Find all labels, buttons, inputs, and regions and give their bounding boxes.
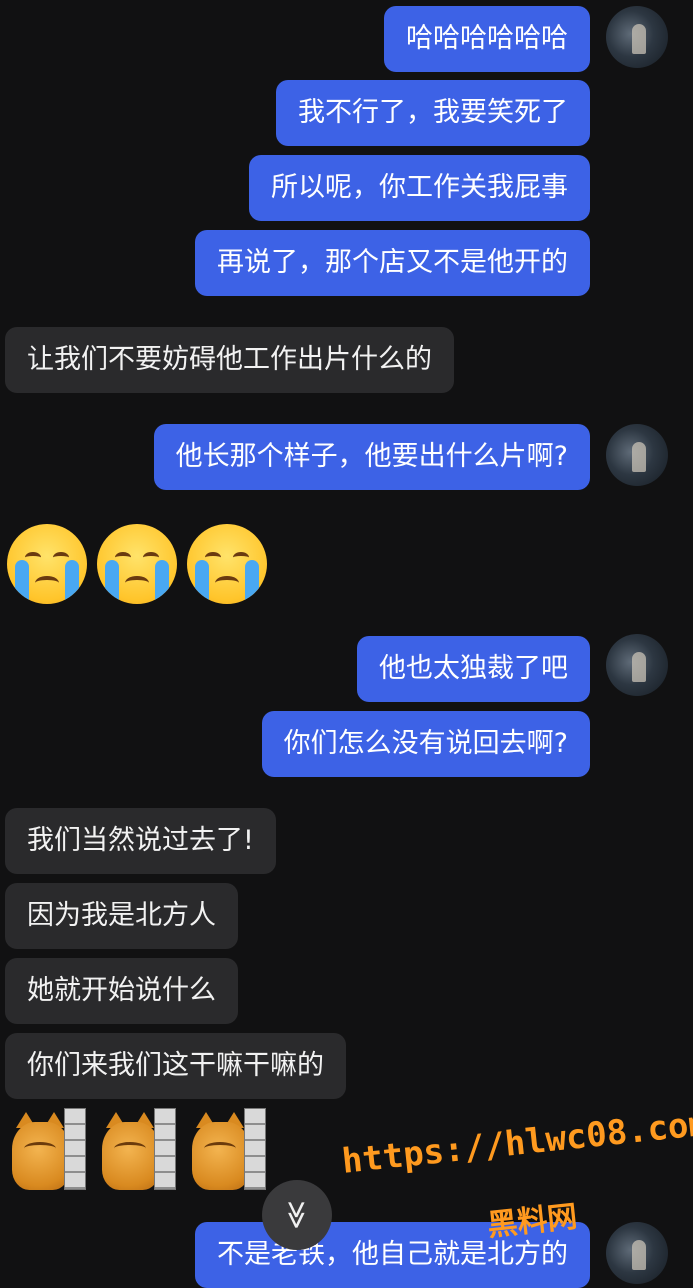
message-outgoing[interactable]: 所以呢，你工作关我屁事 <box>249 155 590 221</box>
scroll-to-bottom-button[interactable]: ≫ <box>262 1180 332 1250</box>
watermark-name: 黑料网 <box>485 1199 579 1244</box>
message-incoming[interactable]: 她就开始说什么 <box>5 958 238 1024</box>
loudly-crying-face-icon <box>97 524 177 604</box>
cat-peeking-wall-icon <box>12 1108 86 1190</box>
message-incoming[interactable]: 你们来我们这干嘛干嘛的 <box>5 1033 346 1099</box>
loudly-crying-face-icon <box>187 524 267 604</box>
message-outgoing[interactable]: 我不行了，我要笑死了 <box>276 80 590 146</box>
message-outgoing[interactable]: 他也太独裁了吧 <box>357 636 590 702</box>
message-outgoing[interactable]: 你们怎么没有说回去啊? <box>261 711 590 777</box>
user-avatar[interactable] <box>606 634 668 696</box>
message-outgoing[interactable]: 他长那个样子，他要出什么片啊? <box>153 424 590 490</box>
user-avatar[interactable] <box>606 424 668 486</box>
watermark-url: https://hlwc08.com <box>340 1103 693 1182</box>
cat-peeking-wall-icon <box>192 1108 266 1190</box>
loudly-crying-face-icon <box>7 524 87 604</box>
sticker-message[interactable] <box>5 520 275 610</box>
message-incoming[interactable]: 我们当然说过去了! <box>5 808 276 874</box>
message-outgoing[interactable]: 再说了，那个店又不是他开的 <box>195 230 590 296</box>
cat-peeking-wall-icon <box>102 1108 176 1190</box>
sticker-message[interactable] <box>10 1108 270 1194</box>
message-incoming[interactable]: 让我们不要妨碍他工作出片什么的 <box>5 327 454 393</box>
user-avatar[interactable] <box>606 6 668 68</box>
chevron-double-down-icon: ≫ <box>281 1200 314 1230</box>
user-avatar[interactable] <box>606 1222 668 1284</box>
message-incoming[interactable]: 因为我是北方人 <box>5 883 238 949</box>
message-outgoing[interactable]: 哈哈哈哈哈哈 <box>384 6 590 72</box>
